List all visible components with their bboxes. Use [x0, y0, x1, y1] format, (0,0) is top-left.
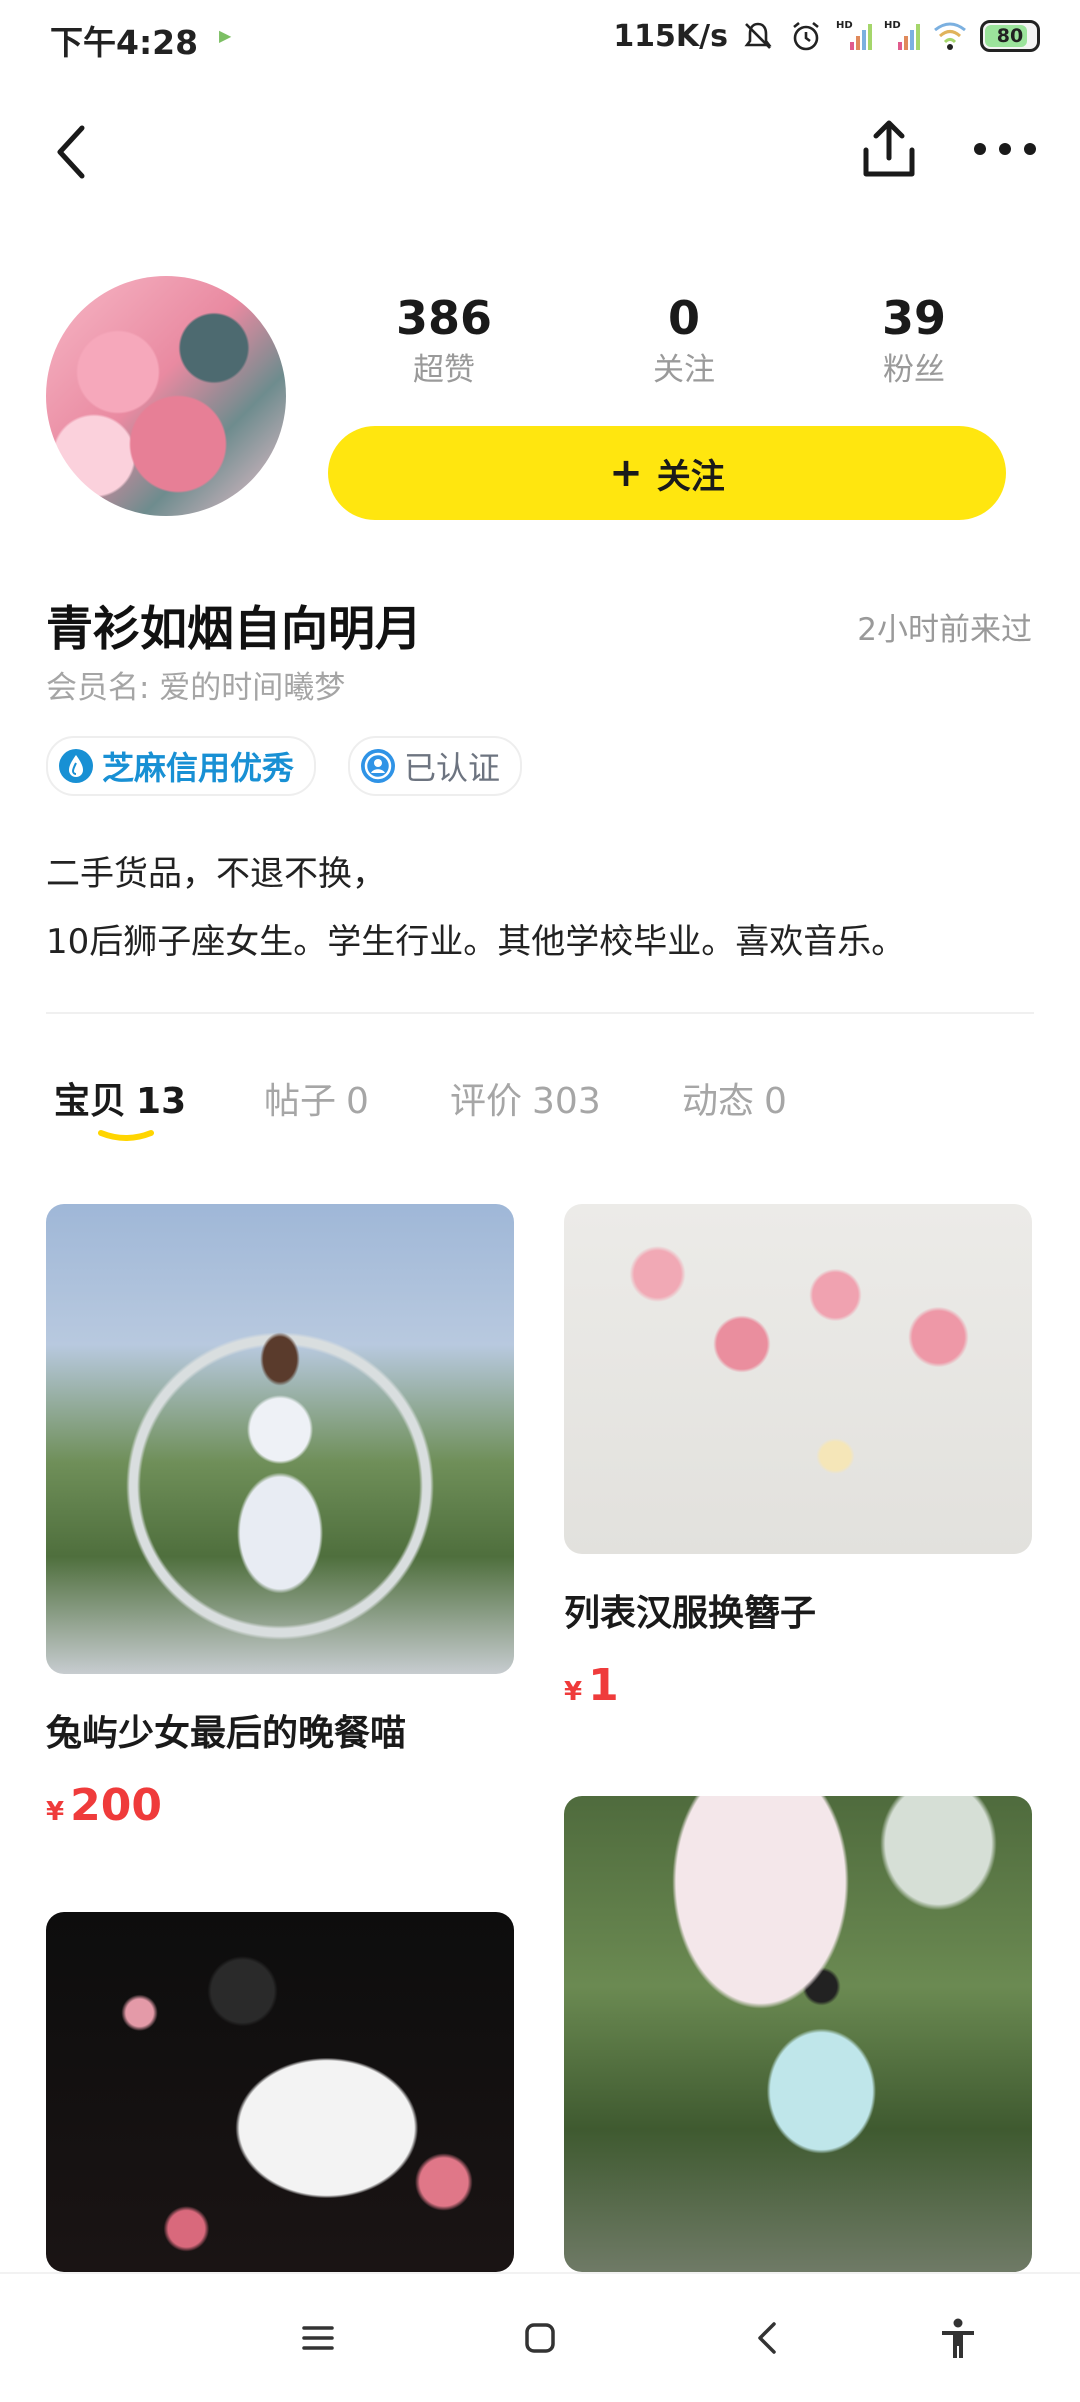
signal-hd-label: HD [836, 20, 853, 31]
stat-value: 386 [395, 291, 493, 345]
badge-label: 芝麻信用优秀 [102, 749, 295, 787]
mute-icon [744, 22, 772, 49]
price-value: 1 [588, 1660, 619, 1711]
section-divider [46, 1012, 1034, 1014]
badge-label: 已认证 [404, 749, 501, 787]
tab-count: 0 [764, 1081, 787, 1122]
tab-items[interactable]: 宝贝 13 [54, 1072, 186, 1124]
stat-label: 关注 [653, 352, 715, 388]
back-icon[interactable] [744, 2314, 792, 2362]
verified-badge[interactable]: 已认证 [348, 736, 523, 796]
accessibility-icon[interactable] [934, 2314, 982, 2362]
stat-value: 0 [667, 291, 700, 345]
product-price: ¥1 [564, 1660, 619, 1711]
price-value: 200 [70, 1780, 162, 1831]
product-title[interactable]: 兔屿少女最后的晚餐喵 [46, 1704, 406, 1756]
signal-hd-label: HD [884, 20, 901, 31]
bio-line: 10后狮子座女生。学生行业。其他学校毕业。喜欢音乐。 [46, 922, 906, 962]
network-speed: 115K/s [613, 18, 728, 54]
home-icon[interactable] [516, 2314, 564, 2362]
product-image[interactable] [564, 1204, 1032, 1554]
last-seen: 2小时前来过 [857, 612, 1032, 648]
stat-likes[interactable]: 386 超赞 [344, 290, 544, 390]
tab-activity[interactable]: 动态 0 [682, 1072, 787, 1124]
plus-icon: + [609, 450, 643, 496]
signal-icon: HD [884, 20, 920, 50]
wifi-icon [934, 22, 966, 50]
product-price: ¥200 [46, 1780, 162, 1831]
status-time: 下午4:28 [50, 23, 199, 62]
currency-symbol: ¥ [46, 1797, 65, 1827]
signal-icon: HD [836, 20, 872, 50]
tab-posts[interactable]: 帖子 0 [264, 1072, 369, 1124]
follow-button-label: 关注 [656, 456, 725, 497]
stat-value: 39 [881, 291, 946, 345]
sesame-credit-icon [59, 749, 93, 783]
currency-symbol: ¥ [564, 1677, 583, 1707]
product-image[interactable] [46, 1912, 514, 2272]
battery-level: 80 [996, 25, 1024, 47]
stat-followers[interactable]: 39 粉丝 [814, 290, 1014, 390]
more-dots-icon[interactable] [970, 134, 1040, 164]
product-image[interactable] [46, 1204, 514, 1674]
alarm-icon [793, 21, 819, 51]
status-icons: 115K/s HD HD 80 [613, 14, 1040, 58]
system-nav-bar [0, 2272, 1080, 2402]
tab-count: 303 [532, 1081, 601, 1122]
notification-dot-icon: ▶ [219, 26, 232, 45]
bio-line: 二手货品，不退不换， [46, 854, 386, 894]
product-title[interactable]: 列表汉服换簪子 [564, 1584, 816, 1636]
menu-icon[interactable] [294, 2314, 342, 2362]
tab-count: 0 [346, 1081, 369, 1122]
status-bar: 下午4:28 ▶ 115K/s HD HD 80 [0, 0, 1080, 80]
member-name: 会员名: 爱的时间曦梦 [46, 670, 346, 706]
follow-button[interactable]: + 关注 [328, 426, 1006, 520]
product-image[interactable] [564, 1796, 1032, 2272]
back-arrow-icon[interactable] [48, 122, 98, 182]
active-tab-indicator [98, 1130, 154, 1141]
verified-icon [361, 749, 395, 783]
tab-label: 宝贝 [54, 1081, 127, 1122]
sesame-credit-badge[interactable]: 芝麻信用优秀 [46, 736, 317, 796]
avatar[interactable] [46, 276, 286, 516]
stat-label: 粉丝 [883, 352, 945, 388]
profile-name: 青衫如烟自向明月 [46, 602, 422, 657]
tab-reviews[interactable]: 评价 303 [450, 1072, 601, 1124]
stat-label: 超赞 [413, 352, 475, 388]
share-icon[interactable] [858, 118, 920, 182]
top-nav-bar [0, 100, 1080, 200]
battery-icon: 80 [980, 20, 1040, 52]
tab-label: 帖子 [264, 1081, 337, 1122]
tab-label: 评价 [450, 1081, 523, 1122]
tab-label: 动态 [682, 1081, 755, 1122]
profile-bio: 二手货品，不退不换， 10后狮子座女生。学生行业。其他学校毕业。喜欢音乐。 [46, 840, 905, 976]
stat-following[interactable]: 0 关注 [584, 290, 784, 390]
tab-count: 13 [136, 1081, 187, 1122]
